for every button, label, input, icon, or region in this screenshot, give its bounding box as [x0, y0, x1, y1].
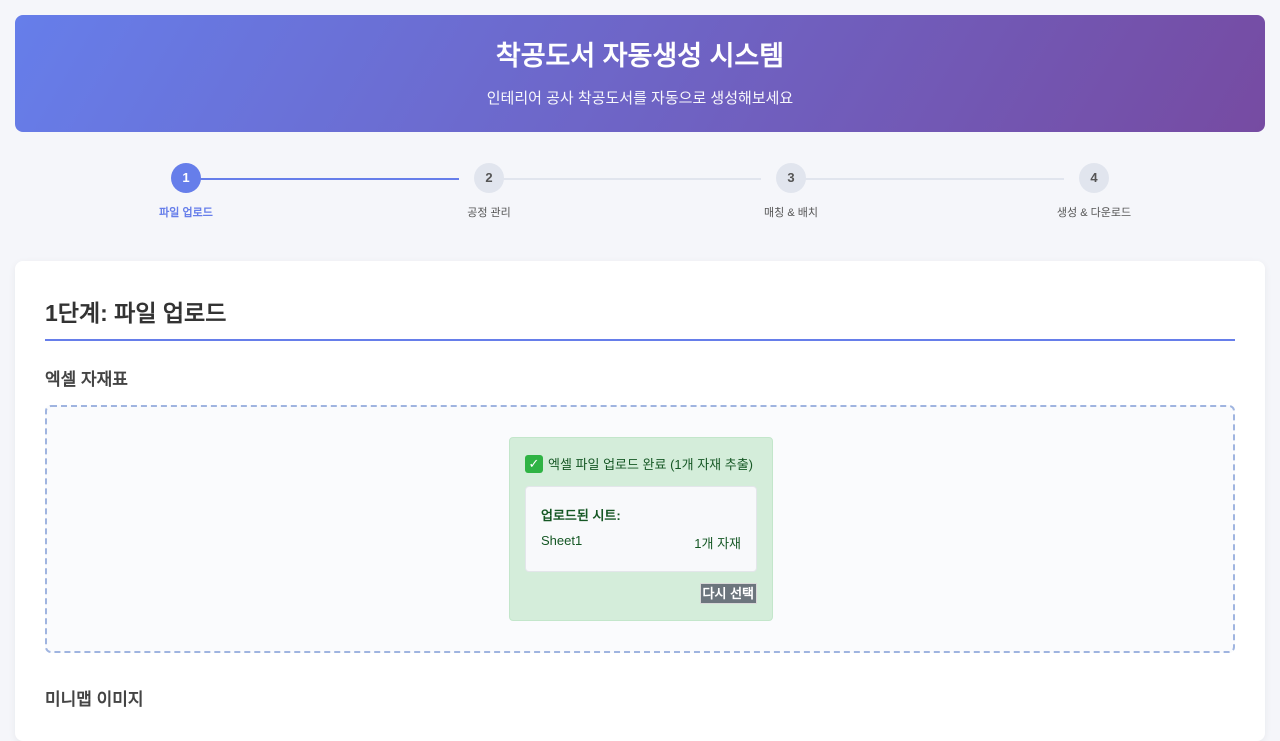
- app-header: 착공도서 자동생성 시스템 인테리어 공사 착공도서를 자동으로 생성해보세요: [15, 15, 1265, 132]
- step-label: 파일 업로드: [159, 207, 213, 219]
- step-label: 매칭 & 배치: [764, 207, 818, 219]
- page-subtitle: 인테리어 공사 착공도서를 자동으로 생성해보세요: [486, 90, 794, 107]
- page-title: 착공도서 자동생성 시스템: [495, 41, 785, 71]
- step-number: 1: [171, 163, 201, 193]
- step-1[interactable]: 1 파일 업로드: [126, 163, 246, 220]
- step-heading: 1단계: 파일 업로드: [45, 300, 227, 326]
- uploaded-sheets-box: 업로드된 시트: Sheet1 1개 자재: [525, 486, 757, 572]
- step-3[interactable]: 3 매칭 & 배치: [731, 163, 851, 220]
- step-label: 생성 & 다운로드: [1056, 207, 1132, 219]
- check-icon: ✓: [525, 454, 543, 473]
- step-number: 3: [776, 163, 806, 193]
- minimap-section-title: 미니맵 이미지: [45, 690, 144, 709]
- step-label: 공정 관리: [467, 207, 511, 219]
- sheet-name: Sheet1: [541, 533, 583, 548]
- step-2[interactable]: 2 공정 관리: [429, 163, 549, 220]
- step-4[interactable]: 4 생성 & 다운로드: [1034, 163, 1154, 220]
- sheet-count: 1개 자재: [694, 536, 741, 551]
- step-number: 2: [474, 163, 504, 193]
- heading-divider: [45, 339, 1235, 341]
- upload-success-panel: ✓ 엑셀 파일 업로드 완료 (1개 자재 추출) 업로드된 시트: Sheet…: [509, 437, 773, 621]
- step-number: 4: [1079, 163, 1109, 193]
- upload-card: 1단계: 파일 업로드 엑셀 자재표 ✓ 엑셀 파일 업로드 완료 (1개 자재…: [15, 261, 1265, 741]
- excel-section-title: 엑셀 자재표: [45, 370, 128, 389]
- excel-dropzone[interactable]: ✓ 엑셀 파일 업로드 완료 (1개 자재 추출) 업로드된 시트: Sheet…: [45, 405, 1235, 653]
- uploaded-sheets-title: 업로드된 시트:: [541, 508, 621, 523]
- reselect-button[interactable]: 다시 선택: [699, 583, 757, 604]
- upload-status-text: 엑셀 파일 업로드 완료 (1개 자재 추출): [548, 457, 753, 472]
- upload-status: ✓ 엑셀 파일 업로드 완료 (1개 자재 추출): [525, 454, 753, 473]
